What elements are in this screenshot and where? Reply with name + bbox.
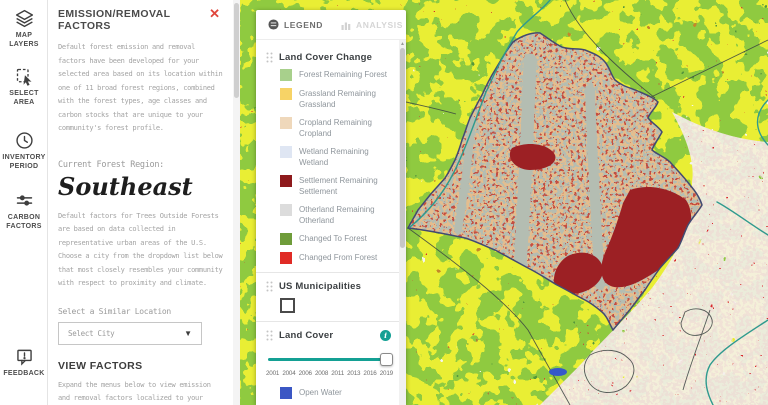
sidebar-item-label: SELECT AREA <box>9 90 39 106</box>
panel-scrollbar[interactable] <box>233 0 240 405</box>
select-city-value: Select City <box>68 328 115 338</box>
year-tick[interactable]: 2011 <box>331 370 344 377</box>
clock-icon <box>15 132 33 149</box>
legend-scrollbar[interactable]: ▲ <box>399 40 406 405</box>
section-title-land-cover: Land Cover <box>279 330 334 341</box>
land-cover-change-items: Forest Remaining Forest Grassland Remaini… <box>266 69 393 264</box>
tab-analysis-label: ANALYSIS <box>356 19 404 30</box>
legend-body: Land Cover Change Forest Remaining Fores… <box>256 40 399 405</box>
select-area-icon <box>16 68 31 86</box>
year-tick[interactable]: 2004 <box>282 370 295 377</box>
year-tick[interactable]: 2013 <box>347 370 360 377</box>
year-tick[interactable]: 2001 <box>266 370 279 377</box>
legend-item-label: Changed From Forest <box>299 253 378 262</box>
year-tick[interactable]: 2006 <box>299 370 312 377</box>
year-slider[interactable] <box>268 353 393 366</box>
app-window: LEGEND ANALYSIS Land Cover Change Forest… <box>0 0 768 405</box>
intro-paragraph: Default forest emission and removal fact… <box>58 43 223 132</box>
legend-item-label: Settlement Remaining Settlement <box>299 176 378 196</box>
year-tick[interactable]: 2008 <box>315 370 328 377</box>
chevron-down-icon: ▼ <box>184 328 192 338</box>
legend-item: Changed To Forest <box>280 233 393 245</box>
view-factors-paragraph: Expand the menus below to view emission … <box>58 380 211 403</box>
info-icon[interactable]: i <box>380 330 391 341</box>
year-slider-handle[interactable] <box>380 353 393 366</box>
legend-item-label: Grassland Remaining Grassland <box>299 89 376 109</box>
legend-item-label: Otherland Remaining Otherland <box>299 205 375 225</box>
year-slider-track[interactable] <box>268 358 391 361</box>
legend-swatch <box>280 146 292 158</box>
tof-paragraph: Default factors for Trees Outside Forest… <box>58 211 223 288</box>
close-icon[interactable]: ✕ <box>209 7 220 20</box>
sidebar-item-select-area[interactable]: SELECT AREA <box>0 66 48 107</box>
legend-scrollbar-thumb[interactable] <box>400 48 405 248</box>
legend-item-label: Cropland Remaining Cropland <box>299 118 372 138</box>
year-tick[interactable]: 2019 <box>380 370 393 377</box>
legend-icon <box>268 19 279 30</box>
land-cover-items: Open WaterPerennial Ice And SnowDevelope… <box>266 387 393 405</box>
sidebar-item-label: INVENTORY PERIOD <box>2 154 46 170</box>
legend-item: Wetland Remaining Wetland <box>280 146 393 168</box>
legend-item: Changed From Forest <box>280 252 393 264</box>
section-title-us-municipalities: US Municipalities <box>279 281 362 292</box>
analysis-icon <box>341 22 351 30</box>
panel-title: EMISSION/REMOVAL FACTORS <box>58 8 171 32</box>
legend-swatch <box>280 252 292 264</box>
legend-swatch <box>280 69 292 81</box>
current-region-label: Current Forest Region: <box>58 159 164 170</box>
legend-item: Grassland Remaining Grassland <box>280 88 393 110</box>
factors-panel: EMISSION/REMOVAL FACTORS ✕ Default fores… <box>48 0 240 405</box>
tab-legend[interactable]: LEGEND <box>268 19 323 30</box>
scroll-up-arrow[interactable]: ▲ <box>399 41 406 47</box>
feedback-icon <box>16 349 32 366</box>
legend-swatch <box>280 88 292 100</box>
icon-sidebar: MAP LAYERS SELECT AREA INVENTORY PERIOD … <box>0 0 48 405</box>
tab-legend-label: LEGEND <box>284 19 324 30</box>
legend-item-label: Open Water <box>299 388 342 397</box>
drag-handle-icon[interactable] <box>266 52 273 63</box>
legend-swatch <box>280 117 292 129</box>
legend-item: Open Water <box>280 387 393 399</box>
map-layers-icon <box>15 9 33 28</box>
legend-swatch <box>280 387 292 399</box>
sidebar-item-map-layers[interactable]: MAP LAYERS <box>0 8 48 49</box>
panel-scrollbar-thumb[interactable] <box>234 3 239 98</box>
view-factors-heading: VIEW FACTORS <box>58 359 143 372</box>
us-municipalities-checkbox[interactable] <box>280 298 295 313</box>
tab-analysis[interactable]: ANALYSIS <box>341 20 403 30</box>
select-location-label: Select a Similar Location <box>58 306 171 316</box>
section-title-land-cover-change: Land Cover Change <box>279 52 373 63</box>
sidebar-item-inventory-period[interactable]: INVENTORY PERIOD <box>0 130 48 171</box>
year-tick[interactable]: 2016 <box>363 370 376 377</box>
legend-panel: LEGEND ANALYSIS Land Cover Change Forest… <box>256 10 406 405</box>
sidebar-item-label: MAP LAYERS <box>9 32 39 48</box>
sliders-icon <box>16 195 32 206</box>
legend-item: Otherland Remaining Otherland <box>280 204 393 226</box>
sidebar-item-label: FEEDBACK <box>3 370 45 377</box>
legend-item: Cropland Remaining Cropland <box>280 117 393 139</box>
legend-swatch <box>280 233 292 245</box>
legend-item: Forest Remaining Forest <box>280 69 393 81</box>
legend-swatch <box>280 204 292 216</box>
legend-item-label: Forest Remaining Forest <box>299 70 388 79</box>
divider <box>256 321 399 322</box>
year-ticks: 2001 2004 2006 2008 2011 2013 2016 2019 <box>266 370 393 377</box>
divider <box>256 272 399 273</box>
sidebar-item-label: CARBON FACTORS <box>6 214 42 230</box>
current-region-value: Southeast <box>58 171 193 201</box>
legend-header: LEGEND ANALYSIS <box>256 10 406 40</box>
legend-item: Settlement Remaining Settlement <box>280 175 393 197</box>
drag-handle-icon[interactable] <box>266 330 273 341</box>
select-city-dropdown[interactable]: Select City ▼ <box>58 321 202 345</box>
legend-swatch <box>280 175 292 187</box>
map-area[interactable]: LEGEND ANALYSIS Land Cover Change Forest… <box>240 0 768 405</box>
sidebar-item-carbon-factors[interactable]: CARBON FACTORS <box>0 190 48 231</box>
sidebar-item-feedback[interactable]: FEEDBACK <box>0 346 48 379</box>
legend-item-label: Wetland Remaining Wetland <box>299 147 369 167</box>
drag-handle-icon[interactable] <box>266 281 273 292</box>
legend-item-label: Changed To Forest <box>299 234 367 243</box>
